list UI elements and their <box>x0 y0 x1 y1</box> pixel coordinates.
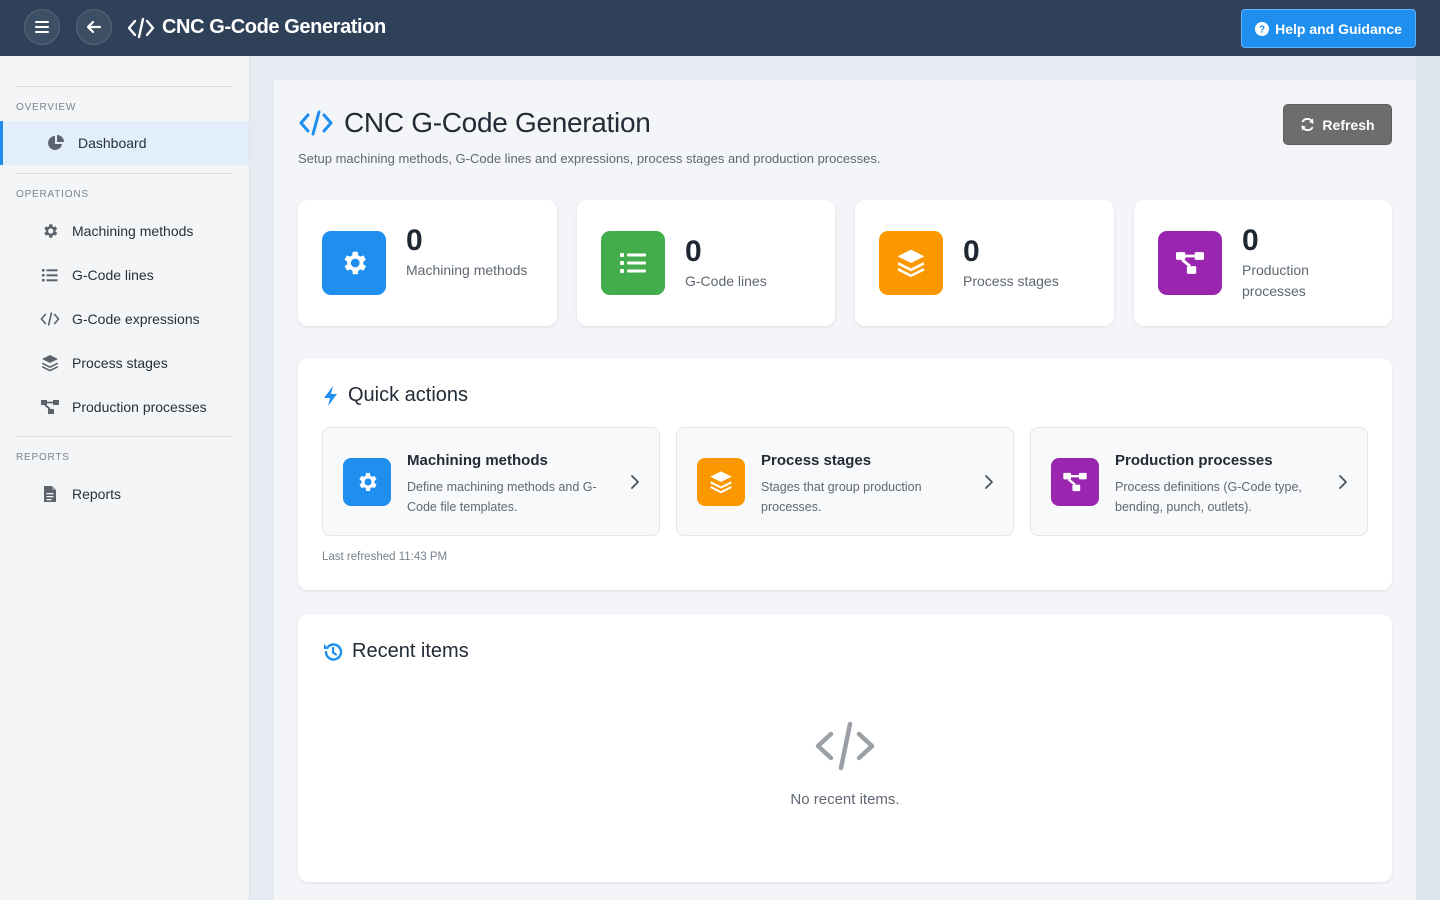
sidebar-section-operations: OPERATIONS <box>16 189 89 200</box>
stat-card-production-processes[interactable]: 0 Production processes <box>1134 200 1392 326</box>
svg-text:?: ? <box>1259 24 1265 35</box>
layers-icon <box>879 231 943 295</box>
sidebar-item-label: G-Code lines <box>72 267 154 283</box>
chevron-right-icon <box>1339 475 1347 489</box>
hamburger-icon <box>35 21 49 33</box>
sidebar: OVERVIEW Dashboard OPERATIONS Machining … <box>0 56 250 900</box>
help-button[interactable]: ? Help and Guidance <box>1241 9 1416 48</box>
refresh-label: Refresh <box>1322 116 1375 133</box>
recent-items-card: Recent items No recent items. <box>298 614 1392 882</box>
sidebar-item-machining-methods[interactable]: Machining methods <box>0 209 249 253</box>
stat-value: 0 <box>963 235 980 268</box>
sidebar-item-gcode-expressions[interactable]: G-Code expressions <box>0 297 249 341</box>
background <box>250 56 1440 80</box>
list-icon <box>40 265 60 285</box>
recent-items-heading: Recent items <box>322 640 469 663</box>
quick-action-title: Machining methods <box>407 452 548 469</box>
back-button[interactable] <box>76 9 112 45</box>
stat-value: 0 <box>1242 224 1259 257</box>
quick-action-title: Process stages <box>761 452 872 469</box>
section-title: Quick actions <box>348 384 469 406</box>
gear-icon <box>40 221 60 241</box>
refresh-icon <box>1301 117 1315 132</box>
list-icon <box>601 231 665 295</box>
background <box>1416 56 1440 900</box>
flow-icon <box>1158 231 1222 295</box>
quick-action-production-processes[interactable]: Production processes Process definitions… <box>1030 427 1368 536</box>
quick-action-process-stages[interactable]: Process stages Stages that group product… <box>676 427 1014 536</box>
top-bar: CNC G-Code Generation ? Help and Guidanc… <box>0 0 1440 56</box>
sidebar-item-production-processes[interactable]: Production processes <box>0 385 249 429</box>
sidebar-divider <box>16 173 233 174</box>
sidebar-item-label: Process stages <box>72 355 168 371</box>
sidebar-divider <box>16 86 233 87</box>
quick-action-title: Production processes <box>1115 452 1273 469</box>
chevron-right-icon <box>631 475 639 489</box>
quick-actions-card: Quick actions Machining methods Define m… <box>298 358 1392 590</box>
quick-action-description: Stages that group production processes. <box>761 480 922 514</box>
pie-chart-icon <box>46 133 66 153</box>
stat-value: 0 <box>406 224 423 257</box>
stat-card-gcode-lines[interactable]: 0 G-Code lines <box>577 200 835 326</box>
sidebar-section-reports: REPORTS <box>16 452 70 463</box>
stat-label: G-Code lines <box>685 273 767 289</box>
code-icon <box>40 309 60 329</box>
quick-action-machining-methods[interactable]: Machining methods Define machining metho… <box>322 427 660 536</box>
history-icon <box>324 642 343 661</box>
main-panel: CNC G-Code Generation Setup machining me… <box>274 80 1416 900</box>
quick-actions-heading: Quick actions <box>322 384 468 407</box>
sidebar-item-label: Dashboard <box>78 135 147 151</box>
quick-action-description: Process definitions (G-Code type, bendin… <box>1115 480 1302 514</box>
sidebar-item-reports[interactable]: Reports <box>0 472 249 516</box>
lightning-icon <box>324 385 337 406</box>
page-title: CNC G-Code Generation <box>344 107 651 138</box>
quick-action-description: Define machining methods and G-Code file… <box>407 480 597 514</box>
question-circle-icon: ? <box>1255 21 1270 36</box>
sidebar-item-gcode-lines[interactable]: G-Code lines <box>0 253 249 297</box>
layers-icon <box>40 353 60 373</box>
stat-card-machining-methods[interactable]: 0 Machining methods <box>298 200 557 326</box>
sidebar-item-label: Machining methods <box>72 223 194 239</box>
stat-label: Production processes <box>1242 262 1309 299</box>
stat-card-process-stages[interactable]: 0 Process stages <box>855 200 1114 326</box>
stat-value: 0 <box>685 235 702 268</box>
chevron-right-icon <box>985 475 993 489</box>
sidebar-divider <box>16 436 233 437</box>
background <box>250 56 274 900</box>
sidebar-item-label: G-Code expressions <box>72 311 200 327</box>
layers-icon <box>697 458 745 506</box>
arrow-left-icon <box>86 20 102 34</box>
gear-icon <box>343 458 391 506</box>
sidebar-item-process-stages[interactable]: Process stages <box>0 341 249 385</box>
refresh-button[interactable]: Refresh <box>1283 104 1392 145</box>
stat-label: Process stages <box>963 273 1059 289</box>
sidebar-item-label: Production processes <box>72 399 207 415</box>
document-icon <box>40 484 60 504</box>
section-title: Recent items <box>352 640 469 662</box>
flow-icon <box>1051 458 1099 506</box>
code-icon <box>815 721 875 771</box>
menu-button[interactable] <box>24 9 60 45</box>
last-refreshed-text: Last refreshed 11:43 PM <box>322 551 448 563</box>
code-icon <box>299 110 333 136</box>
empty-state-text: No recent items. <box>790 791 900 808</box>
gear-icon <box>322 231 386 295</box>
stat-label: Machining methods <box>406 262 528 278</box>
page-subtitle: Setup machining methods, G-Code lines an… <box>298 151 881 166</box>
app-title: CNC G-Code Generation <box>162 16 386 38</box>
sidebar-item-label: Reports <box>72 486 122 502</box>
sidebar-item-dashboard[interactable]: Dashboard <box>0 121 249 165</box>
help-label: Help and Guidance <box>1275 20 1402 37</box>
flow-icon <box>40 397 60 417</box>
code-icon <box>127 17 155 39</box>
sidebar-section-overview: OVERVIEW <box>16 102 77 113</box>
